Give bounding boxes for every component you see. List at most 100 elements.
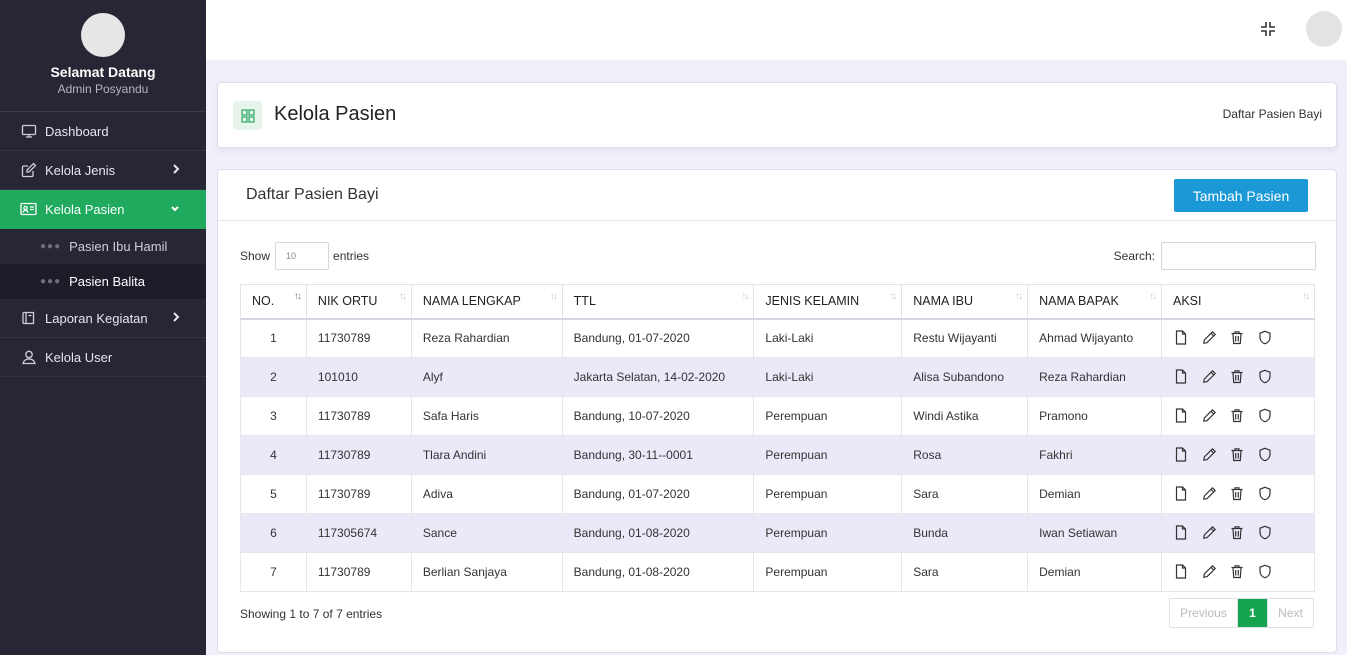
- entries-select[interactable]: 10: [275, 242, 330, 270]
- file-icon[interactable]: [1174, 525, 1190, 541]
- pencil-icon[interactable]: [1202, 330, 1218, 346]
- cell-no: 7: [240, 552, 307, 592]
- monitor-icon: [20, 123, 37, 140]
- table-row: 4 11730789 Tlara Andini Bandung, 30-11--000…: [240, 435, 1315, 475]
- welcome-text: Selamat Datang: [50, 64, 156, 80]
- file-icon[interactable]: [1174, 408, 1190, 424]
- col-header-nama-bapak[interactable]: NAMA BAPAK ↑↓: [1027, 284, 1162, 320]
- shield-icon[interactable]: [1258, 486, 1274, 502]
- sidebar-subitem-label: Pasien Ibu Hamil: [69, 239, 168, 254]
- dots-icon: ●●●: [40, 276, 62, 287]
- trash-icon[interactable]: [1230, 486, 1246, 502]
- cell-nama-lengkap: Alyf: [410, 357, 563, 397]
- sidebar-subitem-pasien-ibu-hamil[interactable]: ●●● Pasien Ibu Hamil: [0, 229, 206, 264]
- table-body: 1 11730789 Reza Rahardian Bandung, 01-07-20…: [240, 318, 1315, 592]
- cell-ttl: Bandung, 01-07-2020: [561, 474, 755, 514]
- user-avatar[interactable]: [1306, 11, 1342, 47]
- cell-nama-lengkap: Sance: [410, 513, 563, 553]
- pencil-icon[interactable]: [1202, 447, 1218, 463]
- cell-nama-ibu: Sara: [901, 552, 1029, 592]
- patient-table: NO. ↑↓ NIK ORTU ↑↓ NAMA LENGKAP ↑↓ TTL ↑↓ JE…: [240, 284, 1315, 592]
- patient-list-card: Daftar Pasien Bayi Tambah Pasien Show 10…: [217, 169, 1337, 653]
- shield-icon[interactable]: [1258, 525, 1274, 541]
- file-icon[interactable]: [1174, 564, 1190, 580]
- pencil-icon[interactable]: [1202, 369, 1218, 385]
- table-row: 7 11730789 Berlian Sanjaya Bandung, 01-08-2…: [240, 552, 1315, 592]
- sidebar-item-label: Kelola Pasien: [45, 201, 125, 217]
- sidebar-item-dashboard[interactable]: Dashboard: [0, 112, 206, 151]
- page-1-button[interactable]: 1: [1238, 599, 1267, 627]
- col-header-no[interactable]: NO. ↑↓: [240, 284, 307, 320]
- table-row: 5 11730789 Adiva Bandung, 01-07-2020 Perempu…: [240, 474, 1315, 514]
- sidebar-item-kelola-jenis[interactable]: Kelola Jenis: [0, 151, 206, 190]
- cell-ttl: Jakarta Selatan, 14-02-2020: [561, 357, 755, 397]
- search-input[interactable]: [1161, 242, 1316, 270]
- cell-nama-ibu: Bunda: [901, 513, 1029, 553]
- cell-nik-ortu: 11730789: [305, 474, 412, 514]
- trash-icon[interactable]: [1230, 408, 1246, 424]
- table-header-row: NO. ↑↓ NIK ORTU ↑↓ NAMA LENGKAP ↑↓ TTL ↑↓ JE…: [240, 284, 1315, 320]
- topbar: [206, 0, 1347, 60]
- col-header-jenis-kelamin[interactable]: JENIS KELAMIN ↑↓: [753, 284, 903, 320]
- previous-page-button[interactable]: Previous: [1170, 599, 1238, 627]
- entries-label: entries: [333, 249, 370, 263]
- sort-icon: ↑↓: [1302, 291, 1310, 302]
- sidebar-item-label: Kelola Jenis: [45, 162, 116, 178]
- avatar[interactable]: [81, 13, 125, 57]
- shield-icon[interactable]: [1258, 330, 1274, 346]
- search-label: Search:: [1113, 249, 1155, 263]
- cell-no: 2: [240, 357, 307, 397]
- trash-icon[interactable]: [1230, 447, 1246, 463]
- cell-no: 3: [240, 396, 307, 436]
- shield-icon[interactable]: [1258, 369, 1274, 385]
- pencil-icon[interactable]: [1202, 525, 1218, 541]
- cell-ttl: Bandung, 01-08-2020: [561, 552, 755, 592]
- trash-icon[interactable]: [1230, 525, 1246, 541]
- user-icon: [20, 349, 37, 366]
- file-icon[interactable]: [1174, 369, 1190, 385]
- trash-icon[interactable]: [1230, 564, 1246, 580]
- page-title: Kelola Pasien: [274, 103, 397, 125]
- pencil-icon[interactable]: [1202, 408, 1218, 424]
- col-header-aksi[interactable]: AKSI ↑↓: [1161, 284, 1315, 320]
- cell-nama-ibu: Windi Astika: [901, 396, 1029, 436]
- file-icon[interactable]: [1174, 447, 1190, 463]
- sidebar-subitem-label: Pasien Balita: [69, 274, 146, 289]
- next-page-button[interactable]: Next: [1267, 599, 1313, 627]
- sidebar-subitem-pasien-balita[interactable]: ●●● Pasien Balita: [0, 264, 206, 299]
- cell-aksi: [1161, 357, 1315, 397]
- cell-aksi: [1161, 435, 1315, 475]
- cell-aksi: [1161, 318, 1315, 358]
- file-icon[interactable]: [1174, 486, 1190, 502]
- col-header-nama-lengkap[interactable]: NAMA LENGKAP ↑↓: [410, 284, 563, 320]
- add-patient-button[interactable]: Tambah Pasien: [1174, 179, 1308, 212]
- pencil-icon[interactable]: [1202, 564, 1218, 580]
- shield-icon[interactable]: [1258, 408, 1274, 424]
- cell-nama-ibu: Sara: [901, 474, 1029, 514]
- shield-icon[interactable]: [1258, 447, 1274, 463]
- fullscreen-exit-icon[interactable]: [1259, 20, 1277, 38]
- sidebar-item-kelola-user[interactable]: Kelola User: [0, 338, 206, 377]
- cell-aksi: [1161, 552, 1315, 592]
- shield-icon[interactable]: [1258, 564, 1274, 580]
- sidebar-item-kelola-pasien[interactable]: Kelola Pasien: [0, 190, 206, 229]
- sidebar-item-laporan-kegiatan[interactable]: Laporan Kegiatan: [0, 299, 206, 338]
- trash-icon[interactable]: [1230, 330, 1246, 346]
- cell-jenis-kelamin: Laki-Laki: [753, 318, 903, 358]
- breadcrumb[interactable]: Daftar Pasien Bayi: [1223, 107, 1322, 121]
- file-icon[interactable]: [1174, 330, 1190, 346]
- cell-nama-bapak: Ahmad Wijayanto: [1027, 318, 1162, 358]
- cell-aksi: [1161, 396, 1315, 436]
- show-label: Show: [240, 249, 271, 263]
- col-header-ttl[interactable]: TTL ↑↓: [561, 284, 755, 320]
- pencil-icon[interactable]: [1202, 486, 1218, 502]
- col-header-nama-ibu[interactable]: NAMA IBU ↑↓: [901, 284, 1029, 320]
- trash-icon[interactable]: [1230, 369, 1246, 385]
- edit-icon: [20, 162, 37, 179]
- pagination: Previous 1 Next: [1169, 598, 1314, 628]
- sort-asc-icon: ↑↓: [293, 291, 302, 302]
- col-header-nik-ortu[interactable]: NIK ORTU ↑↓: [305, 284, 412, 320]
- id-card-icon: [20, 201, 37, 218]
- book-icon: [20, 310, 37, 327]
- chevron-right-icon: [172, 311, 180, 326]
